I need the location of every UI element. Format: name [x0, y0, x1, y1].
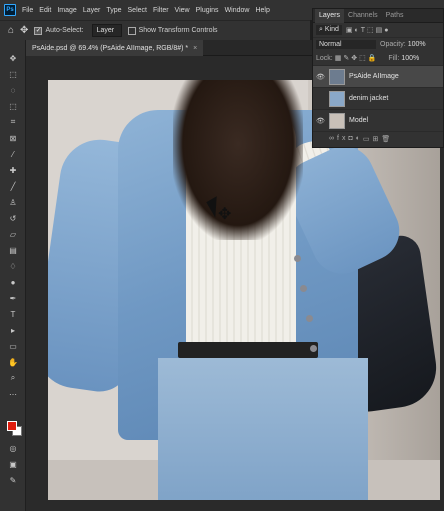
menu-type[interactable]: Type — [106, 7, 121, 14]
jacket-button — [300, 285, 307, 292]
layers-footer: ∞ fx ◘ ◐ ▭ ⊞ 🗑 — [313, 131, 443, 145]
opacity-label: Opacity: — [380, 41, 406, 48]
gradient-tool-icon[interactable]: ▤ — [6, 244, 20, 256]
more-tools-icon[interactable]: ⋯ — [6, 388, 20, 400]
edit-toolbar-icon[interactable]: ✎ — [6, 474, 20, 486]
pen-tool-icon[interactable]: ✒ — [6, 292, 20, 304]
lasso-tool-icon[interactable]: ◌ — [6, 84, 20, 96]
blend-mode-dropdown[interactable]: Normal — [316, 40, 376, 49]
menu-plugins[interactable]: Plugins — [196, 7, 219, 14]
layer-filter-icons[interactable]: ▣◐T⬚▤● — [346, 26, 391, 34]
jacket-button — [310, 345, 317, 352]
fx-icon[interactable]: fx — [337, 135, 348, 142]
crop-tool-icon[interactable]: ⌗ — [6, 116, 20, 128]
move-tool-icon[interactable]: ✥ — [20, 25, 28, 36]
menu-select[interactable]: Select — [128, 7, 147, 14]
kind-filter-label: Kind — [324, 26, 339, 33]
layer-row[interactable]: 👁 Model — [313, 109, 443, 131]
menu-filter[interactable]: Filter — [153, 7, 169, 14]
blend-row: Normal Opacity: 100% — [313, 37, 443, 51]
opacity-value[interactable]: 100% — [408, 41, 426, 48]
model-hair — [173, 80, 303, 240]
hand-tool-icon[interactable]: ✋ — [6, 356, 20, 368]
document-tab[interactable]: PsAide.psd @ 69.4% (PsAide AIImage, RGB/… — [26, 40, 204, 56]
object-select-tool-icon[interactable]: ⬚ — [6, 100, 20, 112]
transform-controls-checkbox[interactable] — [127, 26, 136, 35]
home-icon[interactable]: ⌂ — [8, 25, 14, 36]
tab-paths[interactable]: Paths — [382, 9, 408, 23]
delete-layer-icon[interactable]: 🗑 — [381, 135, 393, 143]
layer-thumbnail — [329, 68, 345, 85]
close-tab-icon[interactable]: × — [193, 45, 197, 52]
menu-file[interactable]: File — [22, 7, 33, 14]
lock-label: Lock: — [316, 54, 333, 62]
menu-layer[interactable]: Layer — [83, 7, 101, 14]
foreground-color-swatch[interactable] — [7, 421, 17, 431]
zoom-tool-icon[interactable]: ⌕ — [6, 372, 20, 384]
stamp-tool-icon[interactable]: ♙ — [6, 196, 20, 208]
layer-name: Model — [349, 117, 369, 124]
document-title: PsAide.psd @ 69.4% (PsAide AIImage, RGB/… — [32, 44, 189, 52]
layer-name: denim jacket — [349, 95, 389, 102]
type-tool-icon[interactable]: T — [6, 308, 20, 320]
link-layers-icon[interactable]: ∞ — [329, 135, 337, 142]
visibility-eye-icon[interactable]: 👁 — [316, 73, 326, 81]
transform-controls-label: Show Transform Controls — [138, 27, 218, 34]
menu-window[interactable]: Window — [225, 7, 250, 14]
belt — [178, 342, 318, 358]
jeans — [158, 358, 368, 500]
marquee-tool-icon[interactable]: ⬚ — [6, 68, 20, 80]
layer-thumbnail — [329, 112, 345, 129]
menu-view[interactable]: View — [175, 7, 190, 14]
dodge-tool-icon[interactable]: ● — [6, 276, 20, 288]
frame-tool-icon[interactable]: ⊠ — [6, 132, 20, 144]
tools-panel: ✥ ⬚ ◌ ⬚ ⌗ ⊠ ⁄ ✚ ╱ ♙ ↺ ▱ ▤ ♢ ● ✒ T ▸ ▭ ✋ … — [0, 40, 26, 511]
menu-image[interactable]: Image — [57, 7, 76, 14]
shape-tool-icon[interactable]: ▭ — [6, 340, 20, 352]
lock-icons[interactable]: ▦✎✥⬚🔒 — [335, 54, 379, 62]
photoshop-logo: Ps — [4, 4, 16, 16]
layer-thumbnail — [329, 90, 345, 107]
auto-select-checkbox[interactable]: ✓ — [34, 26, 43, 35]
fill-value[interactable]: 100% — [401, 55, 419, 62]
layers-panel: Layers Channels Paths ⌕ Kind ▣◐T⬚▤● Norm… — [312, 8, 444, 148]
healing-tool-icon[interactable]: ✚ — [6, 164, 20, 176]
eyedropper-tool-icon[interactable]: ⁄ — [6, 148, 20, 160]
jacket-button — [294, 255, 301, 262]
document-tab-bar: PsAide.psd @ 69.4% (PsAide AIImage, RGB/… — [26, 40, 312, 56]
menu-edit[interactable]: Edit — [39, 7, 51, 14]
adjustment-layer-icon[interactable]: ◐ — [356, 135, 363, 142]
layer-name: PsAide AIImage — [349, 73, 399, 80]
new-layer-icon[interactable]: ⊞ — [373, 135, 382, 143]
quick-mask-icon[interactable]: ◎ — [6, 442, 20, 454]
panel-tabs: Layers Channels Paths — [313, 8, 443, 23]
new-group-icon[interactable]: ▭ — [363, 135, 373, 143]
screen-mode-icon[interactable]: ▣ — [6, 458, 20, 470]
eraser-tool-icon[interactable]: ▱ — [6, 228, 20, 240]
options-bar: ⌂ ✥ ✓ Auto-Select: Layer Show Transform … — [0, 20, 310, 40]
brush-tool-icon[interactable]: ╱ — [6, 180, 20, 192]
layer-row[interactable]: 👁 PsAide AIImage — [313, 65, 443, 87]
kind-filter-dropdown[interactable]: ⌕ Kind — [316, 25, 342, 35]
auto-select-dropdown[interactable]: Layer — [91, 24, 122, 37]
move-cursor-icon: ✥ — [218, 206, 232, 223]
tab-layers[interactable]: Layers — [315, 8, 345, 23]
layer-row[interactable]: denim jacket — [313, 87, 443, 109]
move-tool-icon[interactable]: ✥ — [6, 52, 20, 64]
history-brush-tool-icon[interactable]: ↺ — [6, 212, 20, 224]
filter-row: ⌕ Kind ▣◐T⬚▤● — [313, 23, 443, 37]
blur-tool-icon[interactable]: ♢ — [6, 260, 20, 272]
path-select-tool-icon[interactable]: ▸ — [6, 324, 20, 336]
tab-channels[interactable]: Channels — [344, 9, 382, 23]
auto-select-label: Auto-Select: — [45, 27, 84, 34]
fill-label: Fill: — [388, 54, 400, 62]
menu-help[interactable]: Help — [255, 7, 269, 14]
lock-row: Lock: ▦✎✥⬚🔒 Fill: 100% — [313, 51, 443, 65]
jacket-button — [306, 315, 313, 322]
add-mask-icon[interactable]: ◘ — [348, 135, 355, 142]
visibility-eye-icon[interactable]: 👁 — [316, 117, 326, 125]
